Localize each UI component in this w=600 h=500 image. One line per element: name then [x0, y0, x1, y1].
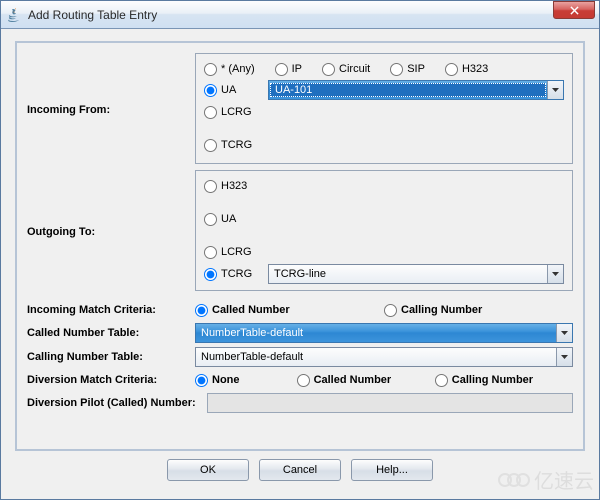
- incoming-match-called-radio[interactable]: Called Number: [195, 301, 368, 319]
- java-icon: [7, 7, 23, 23]
- diversion-pilot-input[interactable]: [207, 393, 573, 413]
- window-title: Add Routing Table Entry: [28, 8, 597, 22]
- content-area: Incoming From: * (Any) IP Circuit SIP H3…: [1, 29, 599, 499]
- incoming-match-row: Incoming Match Criteria: Called Number C…: [27, 301, 573, 319]
- incoming-match-calling-radio[interactable]: Calling Number: [384, 301, 557, 319]
- diversion-called-radio[interactable]: Called Number: [297, 371, 419, 389]
- incoming-match-label: Incoming Match Criteria:: [27, 304, 195, 316]
- incoming-from-label: Incoming From:: [27, 101, 195, 116]
- dropdown-icon: [556, 348, 572, 366]
- called-table-combo[interactable]: NumberTable-default: [195, 323, 573, 343]
- called-table-label: Called Number Table:: [27, 327, 195, 339]
- outgoing-to-label: Outgoing To:: [27, 223, 195, 238]
- diversion-match-row: Diversion Match Criteria: None Called Nu…: [27, 371, 573, 389]
- incoming-tcrg-radio[interactable]: TCRG: [204, 136, 264, 154]
- diversion-calling-radio[interactable]: Calling Number: [435, 371, 557, 389]
- incoming-from-row: Incoming From: * (Any) IP Circuit SIP H3…: [27, 53, 573, 164]
- diversion-none-radio[interactable]: None: [195, 371, 281, 389]
- incoming-h323-radio[interactable]: H323: [445, 60, 488, 78]
- outgoing-tcrg-radio[interactable]: TCRG: [204, 265, 264, 283]
- incoming-lcrg-radio[interactable]: LCRG: [204, 103, 264, 121]
- calling-table-combo[interactable]: NumberTable-default: [195, 347, 573, 367]
- dialog-window: Add Routing Table Entry Incoming From: *…: [0, 0, 600, 500]
- outgoing-h323-radio[interactable]: H323: [204, 177, 264, 195]
- dropdown-icon: [547, 81, 563, 99]
- cancel-button[interactable]: Cancel: [259, 459, 341, 481]
- close-button[interactable]: [553, 1, 595, 19]
- incoming-any-radio[interactable]: * (Any): [204, 60, 255, 78]
- outgoing-tcrg-combo[interactable]: TCRG-line: [268, 264, 564, 284]
- outgoing-ua-radio[interactable]: UA: [204, 210, 264, 228]
- incoming-ua-combo[interactable]: UA-101: [268, 80, 564, 100]
- incoming-ua-radio[interactable]: UA: [204, 81, 264, 99]
- dropdown-icon: [556, 324, 572, 342]
- incoming-sip-radio[interactable]: SIP: [390, 60, 425, 78]
- incoming-circuit-radio[interactable]: Circuit: [322, 60, 370, 78]
- called-table-row: Called Number Table: NumberTable-default: [27, 323, 573, 343]
- outgoing-to-group: H323 UA LCRG TCRG TCRG-line: [195, 170, 573, 291]
- incoming-from-group: * (Any) IP Circuit SIP H323 UA UA-101: [195, 53, 573, 164]
- dropdown-icon: [547, 265, 563, 283]
- calling-table-label: Calling Number Table:: [27, 351, 195, 363]
- button-row: OK Cancel Help...: [15, 451, 585, 491]
- outgoing-to-row: Outgoing To: H323 UA LCRG TCRG TCRG-line: [27, 170, 573, 291]
- incoming-ip-radio[interactable]: IP: [275, 60, 302, 78]
- titlebar: Add Routing Table Entry: [1, 1, 599, 29]
- diversion-pilot-row: Diversion Pilot (Called) Number:: [27, 393, 573, 413]
- diversion-pilot-label: Diversion Pilot (Called) Number:: [27, 397, 207, 409]
- main-panel: Incoming From: * (Any) IP Circuit SIP H3…: [15, 41, 585, 451]
- ok-button[interactable]: OK: [167, 459, 249, 481]
- diversion-match-label: Diversion Match Criteria:: [27, 374, 195, 386]
- help-button[interactable]: Help...: [351, 459, 433, 481]
- outgoing-lcrg-radio[interactable]: LCRG: [204, 243, 264, 261]
- calling-table-row: Calling Number Table: NumberTable-defaul…: [27, 347, 573, 367]
